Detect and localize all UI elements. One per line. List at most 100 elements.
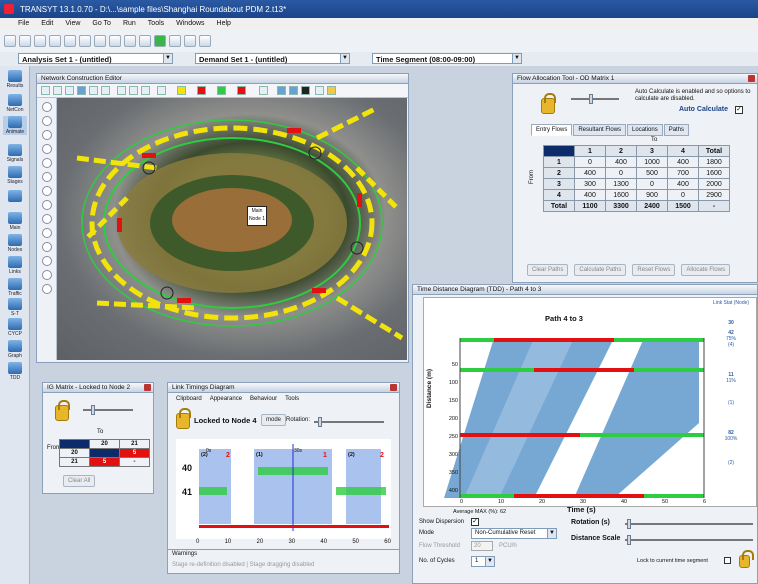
demand-set-select[interactable]: Demand Set 1 - (untitled) ▼ bbox=[195, 53, 350, 64]
main-node-box[interactable]: Main Node 1 bbox=[247, 206, 267, 226]
background-icon[interactable] bbox=[277, 86, 286, 95]
green-color-icon[interactable] bbox=[217, 86, 226, 95]
tdd-chart-area[interactable]: Path 4 to 3 Distance (m) 50 100 150 200 … bbox=[423, 297, 757, 507]
menu-view[interactable]: View bbox=[65, 20, 80, 30]
red-signal-icon[interactable] bbox=[237, 86, 246, 95]
od-cell[interactable]: 500 bbox=[636, 167, 668, 179]
lock-icon[interactable] bbox=[55, 400, 70, 421]
undo-icon[interactable] bbox=[94, 35, 106, 47]
menu-clipboard[interactable]: Clipboard bbox=[176, 396, 202, 402]
sidebar-item-cycp[interactable]: CYCP bbox=[3, 318, 27, 337]
signal-icon[interactable] bbox=[157, 86, 166, 95]
search-icon[interactable] bbox=[129, 86, 138, 95]
od-cell[interactable]: 300 bbox=[574, 178, 606, 190]
od-cell[interactable]: 1300 bbox=[605, 178, 637, 190]
tool-bus-icon[interactable] bbox=[41, 214, 52, 224]
redo-icon[interactable] bbox=[109, 35, 121, 47]
flow-threshold-input[interactable]: 20 bbox=[471, 541, 493, 551]
od-cell[interactable]: 400 bbox=[574, 189, 606, 201]
tool-signal-icon[interactable] bbox=[41, 172, 52, 182]
sidebar-item-main[interactable]: Main bbox=[3, 212, 27, 231]
ig-cell[interactable]: 5 bbox=[119, 448, 150, 458]
new-icon[interactable] bbox=[4, 35, 16, 47]
tool-detector-icon[interactable] bbox=[41, 186, 52, 196]
mode-button[interactable]: mode bbox=[261, 414, 287, 426]
lock-time-segment-checkbox[interactable] bbox=[724, 557, 731, 564]
od-cell[interactable]: 0 bbox=[605, 167, 637, 179]
sidebar-item-links[interactable]: Links bbox=[3, 256, 27, 275]
zoom-box-icon[interactable] bbox=[77, 86, 86, 95]
sidebar-item-traffic[interactable]: Traffic bbox=[3, 278, 27, 297]
menu-tools[interactable]: Tools bbox=[285, 396, 299, 402]
analysis-set-select[interactable]: Analysis Set 1 - (untitled) ▼ bbox=[18, 53, 173, 64]
link-timings-chart[interactable] bbox=[176, 439, 391, 539]
lock-icon[interactable] bbox=[176, 408, 191, 429]
fit-icon[interactable] bbox=[101, 86, 110, 95]
od-cell[interactable]: 0 bbox=[574, 156, 606, 168]
od-cell[interactable]: 400 bbox=[667, 178, 699, 190]
close-icon[interactable] bbox=[748, 75, 755, 82]
menu-behaviour[interactable]: Behaviour bbox=[250, 396, 277, 402]
auto-calc-checkbox[interactable]: ✓ bbox=[735, 106, 743, 114]
tool-link-icon[interactable] bbox=[41, 116, 52, 126]
warnings-bar[interactable]: Warnings bbox=[168, 549, 399, 559]
od-cell[interactable]: 400 bbox=[667, 156, 699, 168]
tool-measure-icon[interactable] bbox=[41, 228, 52, 238]
stop-icon[interactable] bbox=[169, 35, 181, 47]
menu-help[interactable]: Help bbox=[217, 20, 231, 30]
tool-bg-icon[interactable] bbox=[41, 256, 52, 266]
sidebar-item-animate[interactable]: Animate bbox=[3, 116, 27, 135]
refresh-icon[interactable] bbox=[141, 86, 150, 95]
tab-resultant-flows[interactable]: Resultant Flows bbox=[573, 124, 627, 136]
time-segment-select[interactable]: Time Segment (08:00-09:00) ▼ bbox=[372, 53, 522, 64]
tool-rect-icon[interactable] bbox=[41, 270, 52, 280]
od-cell[interactable]: 0 bbox=[636, 178, 668, 190]
tool-lane-icon[interactable] bbox=[41, 144, 52, 154]
tool-ped-icon[interactable] bbox=[41, 200, 52, 210]
report-icon[interactable] bbox=[139, 35, 151, 47]
tab-locations[interactable]: Locations bbox=[627, 124, 663, 136]
sidebar-item-nodes[interactable]: Nodes bbox=[3, 234, 27, 253]
save-icon[interactable] bbox=[34, 35, 46, 47]
lock-icon[interactable] bbox=[739, 550, 754, 568]
pan-icon[interactable] bbox=[53, 86, 62, 95]
calculate-paths-button[interactable]: Calculate Paths bbox=[574, 264, 627, 276]
close-icon[interactable] bbox=[144, 384, 151, 391]
ig-slider[interactable] bbox=[83, 405, 133, 415]
tdd-diagram[interactable] bbox=[424, 298, 758, 508]
sidebar-item-netcon[interactable]: NetCon bbox=[3, 94, 27, 113]
od-cell[interactable]: 0 bbox=[667, 189, 699, 201]
reset-flows-button[interactable]: Reset Flows bbox=[632, 264, 676, 276]
lock-icon[interactable] bbox=[327, 86, 336, 95]
od-cell[interactable]: 1000 bbox=[636, 156, 668, 168]
info-icon[interactable] bbox=[301, 86, 310, 95]
grid-icon[interactable] bbox=[124, 35, 136, 47]
close-icon[interactable] bbox=[390, 384, 397, 391]
menu-file[interactable]: File bbox=[18, 20, 29, 30]
tab-paths[interactable]: Paths bbox=[663, 124, 690, 136]
flow-slider[interactable] bbox=[571, 94, 619, 104]
roundabout-network-drawing[interactable] bbox=[57, 98, 407, 360]
mode-select[interactable]: Non-Cumulative Reset ▼ bbox=[471, 528, 557, 539]
menu-windows[interactable]: Windows bbox=[176, 20, 204, 30]
ig-cell[interactable]: 5 bbox=[89, 457, 120, 467]
sidebar-item-extra[interactable] bbox=[3, 190, 27, 203]
settings-icon[interactable] bbox=[315, 86, 324, 95]
zoom-out-icon[interactable] bbox=[89, 86, 98, 95]
tdd-rotation-slider[interactable] bbox=[625, 519, 753, 529]
tab-entry-flows[interactable]: Entry Flows bbox=[531, 124, 573, 136]
tool-arm-icon[interactable] bbox=[41, 130, 52, 140]
sidebar-item-st[interactable]: S-T bbox=[3, 298, 27, 317]
distance-scale-slider[interactable] bbox=[625, 535, 753, 545]
grid-toggle-icon[interactable] bbox=[289, 86, 298, 95]
draw-icon[interactable] bbox=[117, 86, 126, 95]
menu-run[interactable]: Run bbox=[123, 20, 136, 30]
menu-tools[interactable]: Tools bbox=[148, 20, 164, 30]
cycles-select[interactable]: 1 ▼ bbox=[471, 556, 495, 567]
paste-icon[interactable] bbox=[64, 35, 76, 47]
od-cell[interactable]: 900 bbox=[636, 189, 668, 201]
ltd-rotation-slider[interactable] bbox=[314, 417, 384, 427]
tool-connector-icon[interactable] bbox=[41, 158, 52, 168]
sidebar-item-stages[interactable]: Stages bbox=[3, 166, 27, 185]
menu-goto[interactable]: Go To bbox=[92, 20, 111, 30]
